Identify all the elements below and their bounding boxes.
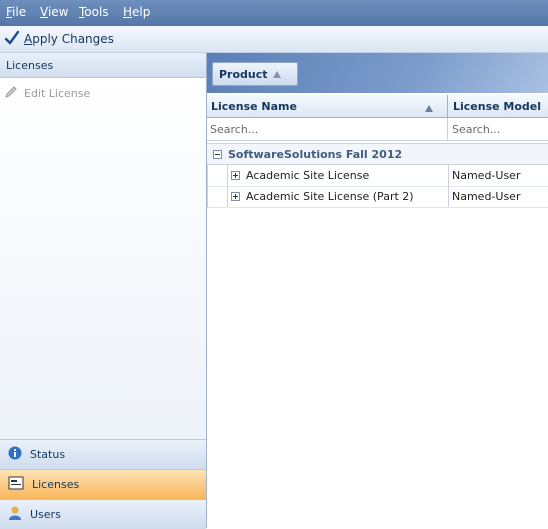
edit-license-button[interactable]: Edit License: [4, 85, 90, 102]
group-chip-product[interactable]: Product: [212, 62, 298, 86]
nav-users-label: Users: [30, 508, 61, 521]
menu-tools[interactable]: Tools: [79, 5, 109, 19]
nav-users[interactable]: Users: [0, 499, 206, 529]
license-name: Academic Site License: [246, 169, 370, 182]
column-divider: [448, 165, 449, 207]
table-row[interactable]: Academic Site License Named-User: [207, 165, 548, 187]
expand-icon[interactable]: [231, 192, 240, 201]
license-name: Academic Site License (Part 2): [246, 190, 414, 203]
checkmark-icon: [4, 30, 20, 49]
apply-changes-label: Apply Changes: [24, 32, 114, 46]
left-panel-header: Licenses: [0, 53, 206, 78]
group-chip-label: Product: [219, 67, 268, 81]
table-row[interactable]: Academic Site License (Part 2) Named-Use…: [207, 186, 548, 208]
license-model: Named-User: [452, 169, 521, 182]
menu-file[interactable]: File: [6, 5, 26, 19]
license-model: Named-User: [452, 190, 521, 203]
nav-licenses[interactable]: Licenses: [0, 469, 206, 499]
left-panel-body: [0, 79, 206, 439]
license-name-cell: Academic Site License (Part 2): [229, 186, 448, 207]
nav-status-label: Status: [30, 448, 66, 461]
sort-asc-icon: [425, 102, 433, 115]
nav-licenses-label: Licenses: [32, 478, 80, 491]
column-license-name-label: License Name: [211, 99, 297, 113]
collapse-icon[interactable]: [213, 149, 222, 159]
user-icon: [8, 505, 22, 524]
indent-divider: [227, 165, 228, 207]
nav-status[interactable]: Status: [0, 439, 206, 469]
apply-changes-button[interactable]: Apply Changes: [4, 30, 114, 48]
menu-bar: File View Tools Help: [0, 0, 548, 26]
info-icon: [8, 446, 22, 463]
column-headers: License Name License Model: [207, 95, 548, 118]
group-by-panel: Product: [207, 53, 548, 93]
pencil-icon: [4, 85, 18, 102]
license-icon: [8, 476, 24, 493]
expand-icon[interactable]: [231, 171, 240, 180]
grid-left-border: [207, 165, 208, 207]
group-row-label: SoftwareSolutions Fall 2012: [228, 147, 403, 161]
left-panel: Licenses Edit License Status Licenses Us…: [0, 53, 207, 529]
menu-view[interactable]: View: [40, 5, 68, 19]
sort-asc-icon: [272, 68, 281, 81]
edit-license-label: Edit License: [24, 87, 91, 100]
group-row[interactable]: SoftwareSolutions Fall 2012: [207, 143, 548, 165]
menu-help[interactable]: Help: [123, 5, 150, 19]
license-name-cell: Academic Site License: [229, 165, 448, 186]
license-name-search-input[interactable]: [207, 118, 448, 140]
column-license-name[interactable]: License Name: [207, 95, 448, 117]
license-model-search-input[interactable]: [449, 118, 548, 140]
toolbar: Apply Changes: [0, 26, 548, 53]
column-license-model[interactable]: License Model: [449, 95, 548, 117]
license-grid: Product License Name License Model Softw…: [207, 53, 548, 528]
search-row: [207, 118, 548, 141]
